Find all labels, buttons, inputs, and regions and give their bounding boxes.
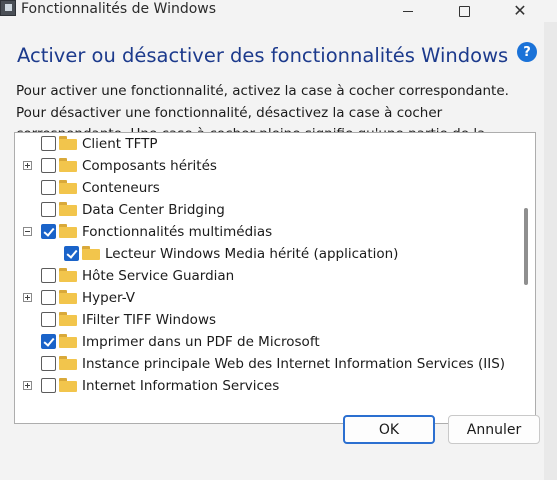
feature-row[interactable]: Hôte Service Guardian [15,265,515,287]
expand-icon[interactable] [23,293,32,302]
feature-checkbox[interactable] [64,246,79,261]
feature-checkbox[interactable] [41,136,56,151]
feature-checkbox[interactable] [41,290,56,305]
feature-row[interactable]: Instance principale Web des Internet Inf… [15,353,515,375]
app-icon [0,0,16,16]
minimize-button[interactable] [385,0,431,22]
feature-label: Instance principale Web des Internet Inf… [82,356,506,372]
expand-icon[interactable] [23,381,32,390]
feature-label: IFilter TIFF Windows [82,312,217,328]
feature-checkbox[interactable] [41,180,56,195]
maximize-button[interactable] [441,0,487,22]
feature-row[interactable]: Imprimer dans un PDF de Microsoft [15,331,515,353]
folder-icon [59,268,77,282]
feature-label: Imprimer dans un PDF de Microsoft [82,334,320,350]
feature-checkbox[interactable] [41,202,56,217]
feature-label: Hyper-V [82,290,136,306]
feature-checkbox[interactable] [41,312,56,327]
feature-row[interactable]: Hyper-V [15,287,515,309]
folder-icon [82,246,100,260]
title-bar: Fonctionnalités de Windows ✕ [0,0,557,22]
help-icon[interactable]: ? [517,42,537,62]
feature-label: Composants hérités [82,158,217,174]
feature-label: Client TFTP [82,136,158,152]
feature-label: Internet Information Services [82,378,280,394]
folder-icon [59,334,77,348]
scrollbar[interactable] [519,133,534,423]
feature-row[interactable]: Internet Information Services [15,375,515,397]
feature-label: Conteneurs [82,180,160,196]
feature-row[interactable]: Conteneurs [15,177,515,199]
feature-label: Lecteur Windows Media hérité (applicatio… [105,246,399,262]
folder-icon [59,180,77,194]
maximize-icon [458,5,470,17]
folder-icon [59,202,77,216]
feature-checkbox[interactable] [41,268,56,283]
close-icon: ✕ [513,1,527,20]
checkmark-icon [43,335,55,347]
feature-label: Data Center Bridging [82,202,225,218]
feature-row[interactable]: Composants hérités [15,155,515,177]
feature-row[interactable]: IFilter TIFF Windows [15,309,515,331]
page-title: Activer ou désactiver des fonctionnalité… [17,44,509,67]
feature-row[interactable]: Data Center Bridging [15,199,515,221]
folder-icon [59,158,77,172]
feature-row[interactable]: Client TFTP [15,133,515,155]
minimize-icon [403,10,413,12]
folder-icon [59,378,77,392]
expand-icon[interactable] [23,161,32,170]
feature-label: Hôte Service Guardian [82,268,235,284]
feature-tree[interactable]: Client TFTP Composants hérités Conteneurs D… [14,132,536,424]
feature-checkbox[interactable] [41,356,56,371]
folder-icon [59,224,77,238]
feature-checkbox[interactable] [41,378,56,393]
close-button[interactable]: ✕ [497,0,543,22]
folder-icon [59,356,77,370]
feature-checkbox[interactable] [41,158,56,173]
feature-row[interactable]: Fonctionnalités multimédias [15,221,515,243]
folder-icon [59,290,77,304]
cancel-button[interactable]: Annuler [448,415,540,444]
feature-checkbox[interactable] [41,334,56,349]
feature-row[interactable]: Lecteur Windows Media hérité (applicatio… [15,243,515,265]
feature-checkbox[interactable] [41,224,56,239]
window-title: Fonctionnalités de Windows [21,1,217,17]
folder-icon [59,312,77,326]
checkmark-icon [43,225,55,237]
scrollbar-thumb[interactable] [524,208,528,285]
feature-label: Fonctionnalités multimédias [82,224,273,240]
collapse-icon[interactable] [23,227,32,236]
folder-icon [59,136,77,150]
window-edge [544,22,557,480]
ok-button[interactable]: OK [343,415,435,444]
checkmark-icon [66,247,78,259]
